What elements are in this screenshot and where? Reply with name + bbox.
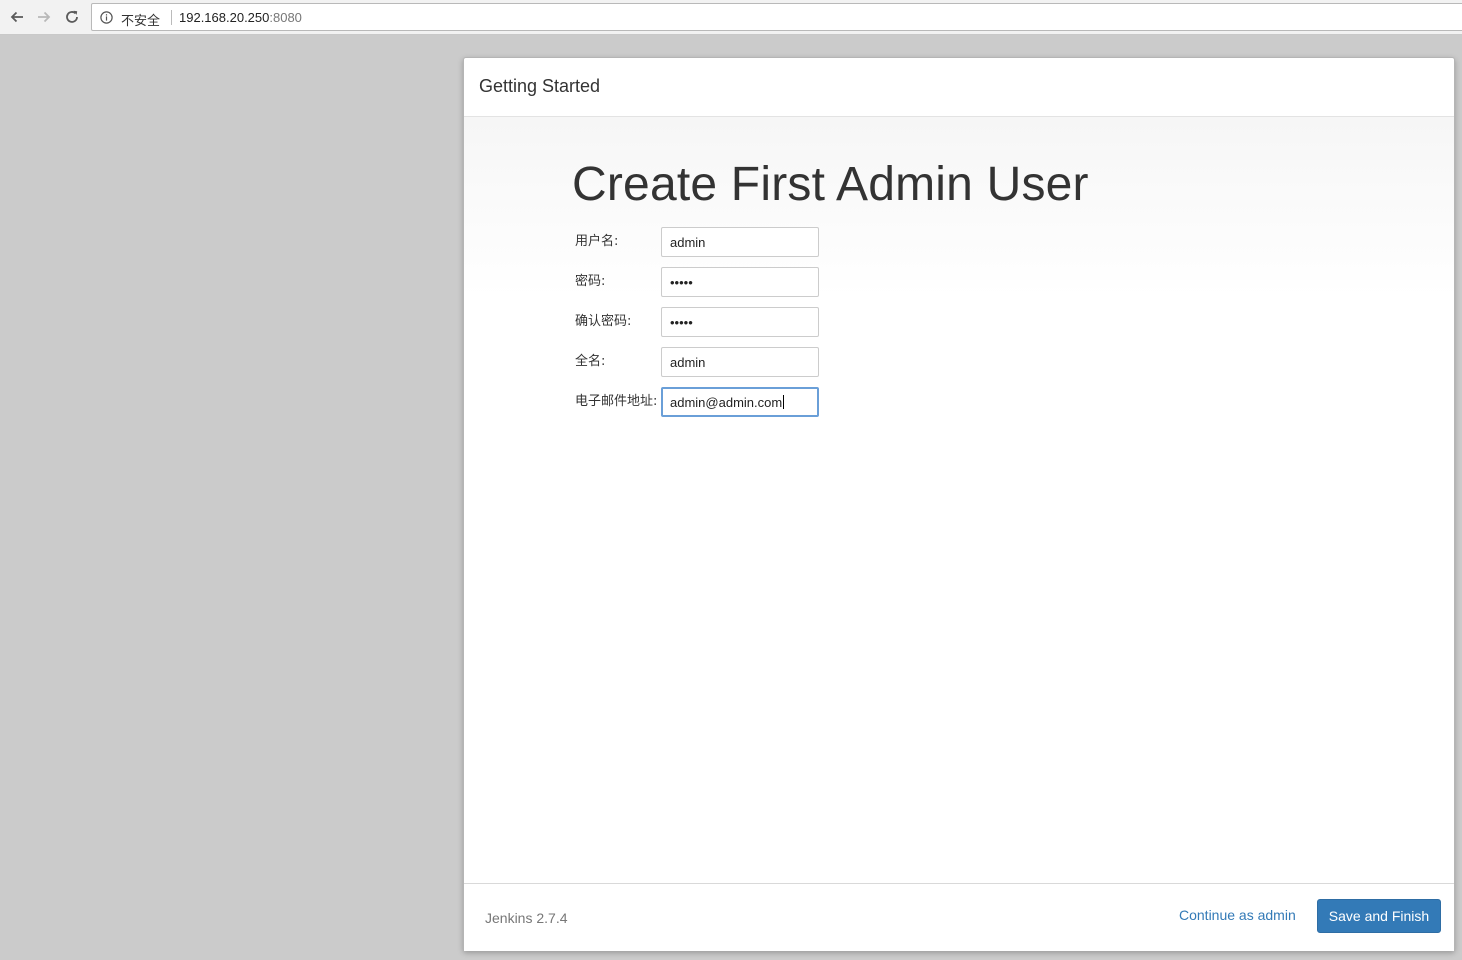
full-name-label: 全名: (575, 354, 606, 369)
email-input[interactable]: admin@admin.com (661, 387, 819, 417)
url-port: :8080 (269, 10, 302, 25)
url-host: 192.168.20.250 (179, 10, 270, 25)
confirm-password-row: 确认密码: ••••• (575, 307, 825, 337)
continue-as-admin-link[interactable]: Continue as admin (1179, 907, 1296, 923)
email-value: admin@admin.com (670, 394, 783, 410)
confirm-password-label: 确认密码: (575, 314, 632, 329)
back-arrow-icon[interactable] (7, 7, 27, 27)
url-text[interactable]: 192.168.20.250:8080 (179, 10, 302, 25)
username-value: admin (670, 234, 706, 250)
dialog-title: Getting Started (479, 76, 601, 96)
username-input[interactable]: admin (661, 227, 819, 257)
forward-arrow-icon[interactable] (34, 7, 54, 27)
password-label: 密码: (575, 274, 606, 289)
security-label: 不安全 (121, 14, 161, 29)
full-name-value: admin (670, 354, 706, 370)
dialog-footer: Jenkins 2.7.4 Continue as admin Save and… (464, 883, 1454, 951)
password-row: 密码: ••••• (575, 267, 825, 297)
jenkins-version: Jenkins 2.7.4 (485, 910, 568, 926)
text-caret (783, 395, 785, 409)
info-icon[interactable] (100, 11, 113, 24)
email-row: 电子邮件地址: admin@admin.com (575, 387, 825, 417)
password-input[interactable]: ••••• (661, 267, 819, 297)
full-name-input[interactable]: admin (661, 347, 819, 377)
page-heading: Create First Admin User (572, 158, 1089, 211)
confirm-password-input[interactable]: ••••• (661, 307, 819, 337)
username-row: 用户名: admin (575, 227, 825, 257)
setup-wizard-dialog: Getting Started Create First Admin User … (463, 57, 1455, 951)
dialog-header: Getting Started (464, 58, 1454, 117)
address-bar[interactable]: 不安全 192.168.20.250:8080 (91, 3, 1462, 31)
username-label: 用户名: (575, 234, 619, 249)
omnibox-separator (171, 10, 172, 25)
reload-icon[interactable] (62, 7, 82, 27)
password-value: ••••• (670, 274, 693, 290)
email-label: 电子邮件地址: (575, 394, 658, 409)
confirm-password-value: ••••• (670, 314, 693, 330)
full-name-row: 全名: admin (575, 347, 825, 377)
save-and-finish-button[interactable]: Save and Finish (1317, 899, 1441, 933)
browser-toolbar: 不安全 192.168.20.250:8080 (0, 0, 1462, 35)
dialog-body: Create First Admin User 用户名: admin 密码: •… (464, 117, 1454, 883)
